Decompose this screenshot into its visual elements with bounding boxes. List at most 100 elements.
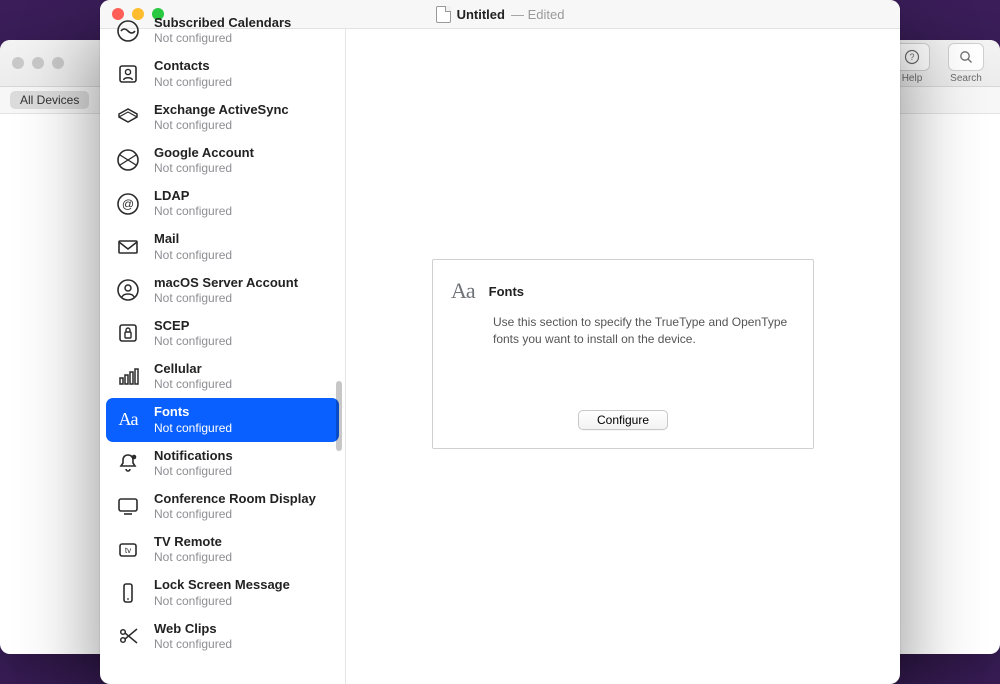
lock-icon	[114, 319, 142, 347]
sidebar-item-labels: Google AccountNot configured	[154, 145, 254, 176]
sidebar-item-macos-server[interactable]: macOS Server AccountNot configured	[100, 269, 345, 312]
server-account-icon	[114, 276, 142, 304]
sidebar-item-title: Subscribed Calendars	[154, 15, 291, 31]
document-edited-suffix: — Edited	[511, 7, 564, 22]
ldap-icon: @	[114, 190, 142, 218]
sidebar-item-contacts[interactable]: ContactsNot configured	[100, 52, 345, 95]
sidebar-item-subtitle: Not configured	[154, 75, 232, 90]
fonts-icon: Aa	[114, 406, 142, 434]
svg-text:?: ?	[909, 52, 914, 62]
sidebar-item-fonts[interactable]: Aa FontsNot configured	[106, 398, 339, 441]
bell-icon	[114, 449, 142, 477]
svg-text:tv: tv	[125, 546, 131, 555]
sidebar-item-title: Google Account	[154, 145, 254, 161]
sidebar-item-title: Cellular	[154, 361, 232, 377]
traffic-dot-inactive	[52, 57, 64, 69]
sidebar-item-lock-screen[interactable]: Lock Screen MessageNot configured	[100, 571, 345, 614]
sidebar-scrollbar-thumb[interactable]	[336, 381, 342, 451]
sidebar-item-ldap[interactable]: @ LDAPNot configured	[100, 182, 345, 225]
sidebar-item-subtitle: Not configured	[154, 161, 254, 176]
sidebar-item-title: TV Remote	[154, 534, 232, 550]
sidebar-item-subtitle: Not configured	[154, 421, 232, 436]
sidebar-item-subtitle: Not configured	[154, 204, 232, 219]
sidebar-item-title: Conference Room Display	[154, 491, 316, 507]
sidebar-item-labels: CellularNot configured	[154, 361, 232, 392]
sidebar-item-labels: Exchange ActiveSyncNot configured	[154, 102, 289, 133]
sidebar-item-title: Mail	[154, 231, 232, 247]
sidebar-item-title: Lock Screen Message	[154, 577, 290, 593]
sidebar-item-web-clips[interactable]: Web ClipsNot configured	[100, 615, 345, 658]
sidebar-item-title: Exchange ActiveSync	[154, 102, 289, 118]
scope-pill-all-devices[interactable]: All Devices	[10, 91, 89, 109]
sidebar-item-cellular[interactable]: CellularNot configured	[100, 355, 345, 398]
google-account-icon	[114, 146, 142, 174]
profile-editor-window: Untitled — Edited Subscribed CalendarsNo…	[100, 0, 900, 684]
background-traffic-lights	[12, 57, 64, 69]
traffic-dot-inactive	[12, 57, 24, 69]
svg-text:@: @	[122, 197, 134, 211]
document-name: Untitled	[457, 7, 505, 22]
sidebar-item-labels: Web ClipsNot configured	[154, 621, 232, 652]
sidebar-item-notifications[interactable]: NotificationsNot configured	[100, 442, 345, 485]
sidebar-item-title: LDAP	[154, 188, 232, 204]
payload-panel: Aa Fonts Use this section to specify the…	[432, 259, 814, 449]
sidebar-item-conference-room[interactable]: Conference Room DisplayNot configured	[100, 485, 345, 528]
exchange-icon	[114, 103, 142, 131]
tv-remote-icon: tv	[114, 536, 142, 564]
window-title: Untitled — Edited	[436, 6, 565, 23]
sidebar-item-title: Web Clips	[154, 621, 232, 637]
calendar-subscribe-icon	[114, 17, 142, 45]
sidebar-item-title: SCEP	[154, 318, 232, 334]
sidebar-item-labels: Conference Room DisplayNot configured	[154, 491, 316, 522]
sidebar-item-subtitle: Not configured	[154, 291, 298, 306]
cellular-icon	[114, 363, 142, 391]
sidebar-item-labels: MailNot configured	[154, 231, 232, 262]
document-icon	[436, 6, 451, 23]
sidebar-item-title: Fonts	[154, 404, 232, 420]
sidebar-item-subtitle: Not configured	[154, 507, 316, 522]
toolbar-search[interactable]: Search	[944, 43, 988, 84]
sidebar-item-subtitle: Not configured	[154, 334, 232, 349]
sidebar-item-labels: ContactsNot configured	[154, 58, 232, 89]
sidebar-item-exchange[interactable]: Exchange ActiveSyncNot configured	[100, 96, 345, 139]
sidebar-item-google[interactable]: Google AccountNot configured	[100, 139, 345, 182]
payload-sidebar: Subscribed CalendarsNot configuredContac…	[100, 29, 346, 684]
sidebar-item-tv-remote[interactable]: tv TV RemoteNot configured	[100, 528, 345, 571]
scissors-icon	[114, 622, 142, 650]
sidebar-item-labels: LDAPNot configured	[154, 188, 232, 219]
sidebar-item-title: macOS Server Account	[154, 275, 298, 291]
sidebar-item-labels: FontsNot configured	[154, 404, 232, 435]
phone-icon	[114, 579, 142, 607]
sidebar-item-subtitle: Not configured	[154, 377, 232, 392]
sidebar-item-title: Notifications	[154, 448, 233, 464]
sidebar-item-subscribed-calendars[interactable]: Subscribed CalendarsNot configured	[100, 9, 345, 52]
sidebar-item-labels: Subscribed CalendarsNot configured	[154, 15, 291, 46]
sidebar-item-subtitle: Not configured	[154, 118, 289, 133]
toolbar-help-label: Help	[902, 73, 923, 84]
sidebar-item-labels: macOS Server AccountNot configured	[154, 275, 298, 306]
sidebar-item-subtitle: Not configured	[154, 464, 233, 479]
sidebar-item-title: Contacts	[154, 58, 232, 74]
traffic-dot-inactive	[32, 57, 44, 69]
toolbar-search-label: Search	[950, 73, 982, 84]
fonts-icon: Aa	[451, 278, 475, 304]
sidebar-item-labels: Lock Screen MessageNot configured	[154, 577, 290, 608]
sidebar-item-subtitle: Not configured	[154, 31, 291, 46]
contacts-icon	[114, 60, 142, 88]
configure-button[interactable]: Configure	[578, 410, 668, 430]
sidebar-item-subtitle: Not configured	[154, 637, 232, 652]
sidebar-item-mail[interactable]: MailNot configured	[100, 225, 345, 268]
mail-icon	[114, 233, 142, 261]
detail-pane: Aa Fonts Use this section to specify the…	[346, 29, 900, 684]
sidebar-item-subtitle: Not configured	[154, 550, 232, 565]
panel-title: Fonts	[489, 284, 524, 299]
sidebar-item-labels: TV RemoteNot configured	[154, 534, 232, 565]
display-icon	[114, 492, 142, 520]
sidebar-item-subtitle: Not configured	[154, 594, 290, 609]
search-icon	[948, 43, 984, 71]
panel-description: Use this section to specify the TrueType…	[493, 314, 791, 349]
sidebar-item-labels: NotificationsNot configured	[154, 448, 233, 479]
sidebar-item-scep[interactable]: SCEPNot configured	[100, 312, 345, 355]
sidebar-item-labels: SCEPNot configured	[154, 318, 232, 349]
sidebar-item-subtitle: Not configured	[154, 248, 232, 263]
